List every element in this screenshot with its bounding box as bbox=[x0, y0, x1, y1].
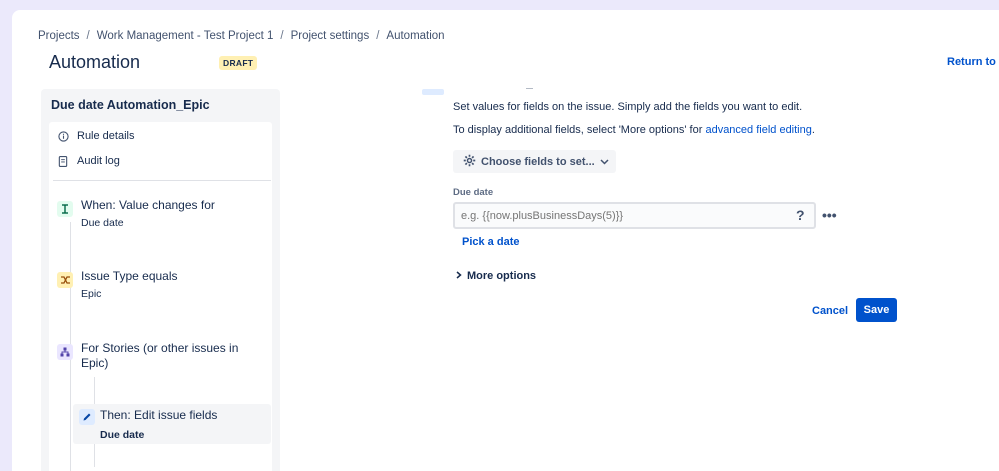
chevron-down-icon bbox=[600, 156, 609, 168]
save-button[interactable]: Save bbox=[856, 298, 897, 322]
additional-prefix: To display additional fields, select 'Mo… bbox=[453, 124, 706, 136]
gear-icon bbox=[463, 154, 476, 170]
step-subtitle: Due date bbox=[81, 217, 124, 229]
breadcrumb-automation[interactable]: Automation bbox=[386, 30, 444, 42]
step-title: Then: Edit issue fields bbox=[100, 408, 218, 422]
audit-log-item[interactable]: Audit log bbox=[57, 155, 120, 167]
pick-date-link[interactable]: Pick a date bbox=[462, 236, 519, 248]
action-step[interactable]: Then: Edit issue fields Due date bbox=[73, 404, 271, 444]
cancel-button[interactable]: Cancel bbox=[806, 299, 854, 322]
description-text: Set values for fields on the issue. Simp… bbox=[453, 101, 803, 113]
breadcrumb-separator: / bbox=[280, 30, 284, 42]
step-subtitle: Due date bbox=[100, 429, 145, 441]
breadcrumb-project-settings[interactable]: Project settings bbox=[291, 30, 370, 42]
step-subtitle: Epic bbox=[81, 288, 102, 300]
separator-mark bbox=[526, 88, 533, 89]
breadcrumb-separator: / bbox=[86, 30, 90, 42]
choose-fields-button[interactable]: Choose fields to set... bbox=[453, 150, 616, 173]
breadcrumb-separator: / bbox=[376, 30, 380, 42]
rule-panel: Due date Automation_Epic Rule details Au… bbox=[41, 89, 280, 471]
trigger-step[interactable]: When: Value changes for Due date bbox=[53, 198, 269, 232]
return-to-list-link[interactable]: Return to li bbox=[947, 56, 999, 68]
step-title: When: Value changes for bbox=[81, 198, 215, 212]
chevron-right-icon bbox=[456, 270, 462, 282]
breadcrumb-project[interactable]: Work Management - Test Project 1 bbox=[97, 30, 274, 42]
info-icon bbox=[57, 130, 69, 142]
additional-fields-text: To display additional fields, select 'Mo… bbox=[453, 124, 815, 136]
step-title: For Stories (or other issues in Epic) bbox=[81, 341, 239, 370]
condition-step[interactable]: Issue Type equals Epic bbox=[53, 269, 269, 303]
rule-card: Rule details Audit log When: Value chang… bbox=[49, 122, 272, 471]
more-options-toggle[interactable]: More options bbox=[456, 270, 536, 282]
breadcrumb-projects[interactable]: Projects bbox=[38, 30, 80, 42]
due-date-input[interactable] bbox=[453, 202, 816, 229]
tab-indicator bbox=[422, 89, 444, 95]
page-title: Automation bbox=[49, 52, 141, 72]
advanced-field-editing-link[interactable]: advanced field editing bbox=[705, 124, 811, 136]
branch-icon bbox=[57, 344, 73, 360]
draft-badge: DRAFT bbox=[219, 56, 258, 70]
more-actions-icon[interactable]: ••• bbox=[822, 207, 837, 223]
due-date-label: Due date bbox=[453, 187, 494, 198]
branch-step[interactable]: For Stories (or other issues in Epic) bbox=[53, 341, 269, 375]
divider bbox=[53, 180, 271, 181]
rule-details-item[interactable]: Rule details bbox=[57, 130, 134, 142]
choose-fields-label: Choose fields to set... bbox=[481, 155, 595, 168]
rule-name: Due date Automation_Epic bbox=[51, 98, 210, 112]
shuffle-icon bbox=[57, 272, 73, 288]
audit-log-label: Audit log bbox=[77, 155, 120, 167]
more-options-label: More options bbox=[467, 270, 537, 282]
rule-details-label: Rule details bbox=[77, 130, 135, 142]
edit-icon bbox=[79, 409, 95, 425]
trigger-icon bbox=[57, 201, 73, 217]
step-title: Issue Type equals bbox=[81, 269, 178, 283]
breadcrumb: Projects / Work Management - Test Projec… bbox=[38, 30, 445, 42]
help-icon[interactable]: ? bbox=[796, 207, 805, 223]
additional-suffix: . bbox=[811, 124, 815, 136]
document-icon bbox=[57, 155, 69, 167]
